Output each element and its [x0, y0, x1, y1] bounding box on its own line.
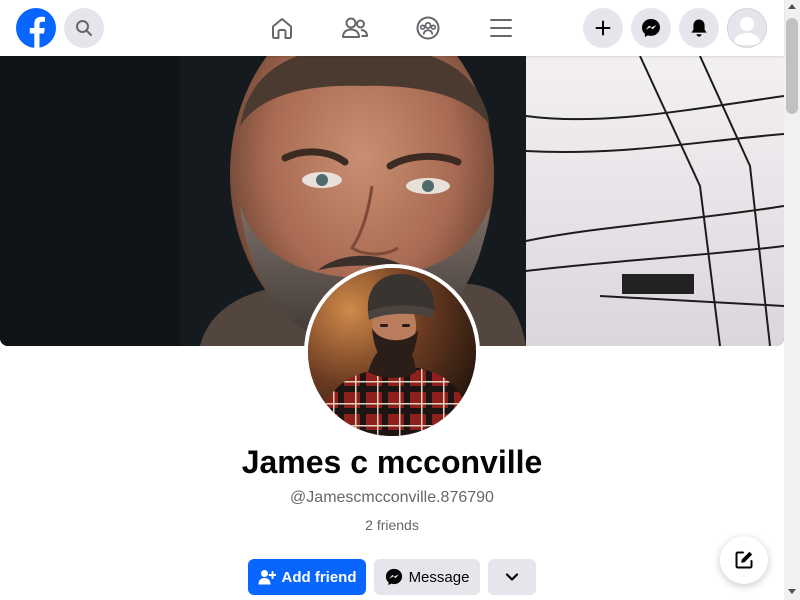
- bell-icon: [691, 19, 707, 37]
- profile-name: James c mcconville: [241, 444, 543, 480]
- default-avatar-icon: [728, 9, 766, 47]
- nav-groups-tab[interactable]: [408, 8, 448, 48]
- scrollbar-thumb[interactable]: [786, 18, 798, 114]
- add-friend-icon: [258, 570, 276, 585]
- facebook-logo-icon[interactable]: [16, 8, 56, 48]
- message-label: Message: [408, 568, 470, 586]
- nav-home-tab[interactable]: [262, 8, 302, 48]
- friends-count-link[interactable]: 2 friends: [0, 517, 784, 533]
- profile-picture[interactable]: [304, 264, 480, 440]
- scroll-up-arrow-icon[interactable]: [788, 4, 796, 9]
- top-nav-bar: [0, 0, 784, 56]
- messenger-icon: [642, 19, 660, 37]
- more-options-button[interactable]: [488, 559, 536, 595]
- search-button[interactable]: [64, 8, 104, 48]
- home-icon: [272, 18, 292, 39]
- menu-icon: [490, 19, 512, 37]
- message-button[interactable]: Message: [374, 559, 480, 595]
- messenger-button[interactable]: [631, 8, 671, 48]
- profile-handle: @Jamescmcconville.876790: [290, 489, 494, 506]
- chevron-down-icon: [505, 573, 519, 581]
- profile-page: James c mcconville @Jamescmcconville.876…: [0, 0, 800, 600]
- account-avatar-button[interactable]: [727, 8, 767, 48]
- messenger-icon: [385, 568, 402, 586]
- search-icon: [76, 20, 92, 36]
- new-message-button[interactable]: [720, 536, 768, 584]
- friends-icon: [342, 17, 368, 38]
- scroll-down-arrow-icon[interactable]: [788, 589, 796, 594]
- plus-icon: [595, 20, 611, 36]
- compose-icon: [735, 551, 753, 569]
- nav-friends-tab[interactable]: [335, 8, 375, 48]
- nav-menu-tab[interactable]: [481, 8, 521, 48]
- add-friend-label: Add friend: [281, 568, 357, 586]
- create-button[interactable]: [583, 8, 623, 48]
- add-friend-button[interactable]: Add friend: [248, 559, 366, 595]
- notifications-button[interactable]: [679, 8, 719, 48]
- page-scrollbar[interactable]: [784, 0, 800, 600]
- groups-icon: [416, 16, 440, 40]
